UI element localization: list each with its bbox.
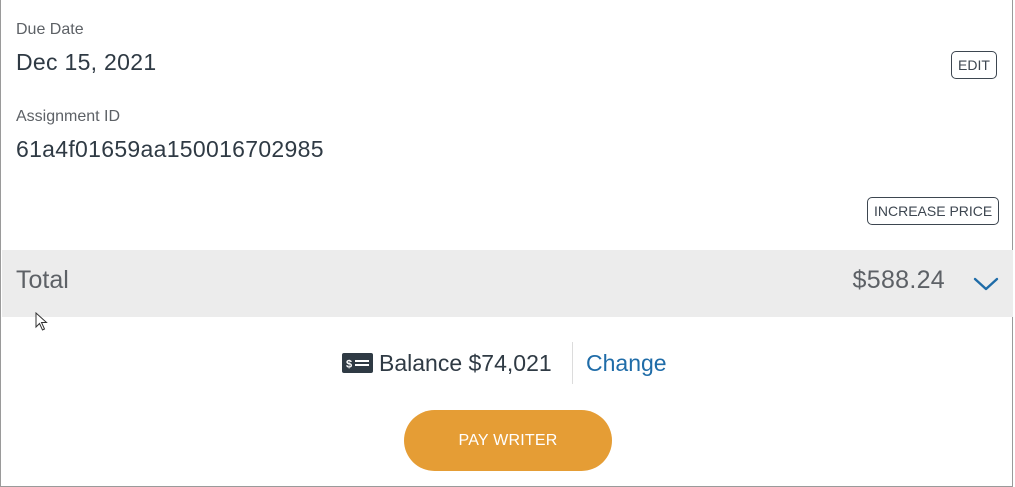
increase-price-button[interactable]: INCREASE PRICE bbox=[867, 197, 1000, 225]
divider bbox=[572, 342, 573, 384]
total-amount: $588.24 bbox=[852, 266, 945, 294]
balance-text: Balance $74,021 bbox=[379, 350, 552, 376]
mouse-cursor-icon bbox=[35, 312, 48, 331]
order-summary-panel: Due Date Dec 15, 2021 EDIT Assignment ID… bbox=[0, 0, 1013, 487]
svg-text:$: $ bbox=[346, 359, 352, 371]
total-label: Total bbox=[16, 266, 69, 294]
assignment-id-value: 61a4f01659aa150016702985 bbox=[16, 136, 324, 162]
total-row[interactable]: Total $588.24 bbox=[2, 250, 1013, 317]
due-date-label: Due Date bbox=[16, 21, 84, 38]
money-icon: $ bbox=[342, 353, 373, 373]
assignment-id-label: Assignment ID bbox=[16, 108, 121, 125]
edit-due-date-button[interactable]: EDIT bbox=[951, 51, 997, 79]
change-payment-link[interactable]: Change bbox=[586, 350, 667, 377]
chevron-down-icon[interactable] bbox=[973, 272, 999, 294]
pay-writer-button[interactable]: PAY WRITER bbox=[404, 410, 612, 471]
due-date-value: Dec 15, 2021 bbox=[16, 49, 157, 75]
